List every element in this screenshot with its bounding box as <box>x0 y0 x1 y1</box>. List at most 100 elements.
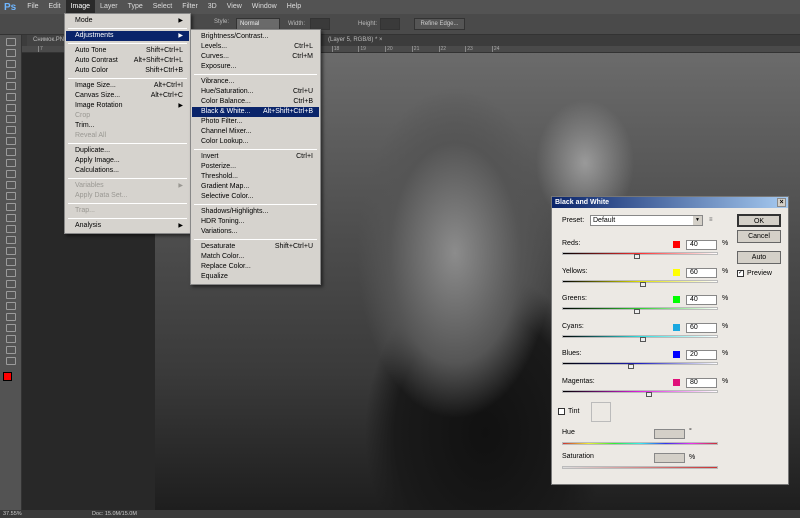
blues-slider[interactable] <box>562 362 718 365</box>
tool-icon[interactable] <box>6 225 16 233</box>
tool-icon[interactable] <box>6 280 16 288</box>
preview-checkbox[interactable]: ✓ Preview <box>737 270 772 277</box>
magentas-input[interactable]: 80 <box>686 377 717 388</box>
auto-button[interactable]: Auto <box>737 251 781 264</box>
menu-item-color-balance[interactable]: Color Balance... Ctrl+B <box>192 97 319 107</box>
tool-icon[interactable] <box>6 71 16 79</box>
checkbox-icon[interactable]: ✓ <box>737 270 744 277</box>
hue-input[interactable] <box>654 429 685 439</box>
menu-item-mode[interactable]: Mode ▶ <box>66 16 189 26</box>
menu-item-auto-tone[interactable]: Auto Tone Shift+Ctrl+L <box>66 46 189 56</box>
menu-edit[interactable]: Edit <box>44 0 66 14</box>
menu-item-color-lookup[interactable]: Color Lookup... <box>192 137 319 147</box>
refine-edge-button[interactable]: Refine Edge... <box>414 18 465 30</box>
tool-icon[interactable] <box>6 291 16 299</box>
yellows-input[interactable]: 60 <box>686 267 717 278</box>
menu-item-black-white[interactable]: Black & White... Alt+Shift+Ctrl+B <box>192 107 319 117</box>
menu-item-adjustments[interactable]: Adjustments ▶ <box>66 31 189 41</box>
menu-item-replace-color[interactable]: Replace Color... <box>192 262 319 272</box>
menu-item-photo-filter[interactable]: Photo Filter... <box>192 117 319 127</box>
tool-icon[interactable] <box>6 313 16 321</box>
reds-slider-thumb[interactable] <box>633 254 640 259</box>
tool-icon[interactable] <box>6 60 16 68</box>
menu-item-trim[interactable]: Trim... <box>66 121 189 131</box>
menu-item-desaturate[interactable]: Desaturate Shift+Ctrl+U <box>192 242 319 252</box>
menu-item-image-size[interactable]: Image Size... Alt+Ctrl+I <box>66 81 189 91</box>
foreground-color-swatch[interactable] <box>3 372 12 381</box>
menu-item-variations[interactable]: Variations... <box>192 227 319 237</box>
menu-item-analysis[interactable]: Analysis ▶ <box>66 221 189 231</box>
greens-slider-thumb[interactable] <box>633 309 640 314</box>
menu-item-equalize[interactable]: Equalize <box>192 272 319 282</box>
menu-item-shadows-highlights[interactable]: Shadows/Highlights... <box>192 207 319 217</box>
tool-icon[interactable] <box>6 269 16 277</box>
preset-options-icon[interactable]: ≡ <box>709 217 713 223</box>
menu-image[interactable]: Image <box>65 0 96 14</box>
blues-input[interactable]: 20 <box>686 350 717 360</box>
menu-item-match-color[interactable]: Match Color... <box>192 252 319 262</box>
zoom-level[interactable]: 37.55% <box>3 510 22 518</box>
tool-icon[interactable] <box>6 203 16 211</box>
menu-item-duplicate[interactable]: Duplicate... <box>66 146 189 156</box>
preset-select[interactable]: Default ▼ <box>590 215 703 226</box>
ok-button[interactable]: OK <box>737 214 781 227</box>
menu-item-hdr-toning[interactable]: HDR Toning... <box>192 217 319 227</box>
tool-icon[interactable] <box>6 170 16 178</box>
chevron-down-icon[interactable]: ▼ <box>693 216 702 225</box>
menu-item-curves[interactable]: Curves... Ctrl+M <box>192 52 319 62</box>
magentas-slider-thumb[interactable] <box>646 391 653 397</box>
tool-icon[interactable] <box>6 335 16 343</box>
menu-item-auto-color[interactable]: Auto Color Shift+Ctrl+B <box>66 66 189 76</box>
blues-slider-thumb[interactable] <box>627 364 634 369</box>
menu-item-invert[interactable]: Invert Ctrl+I <box>192 152 319 162</box>
tab-document-active[interactable]: (Layer 5, RGB/8) * × <box>322 35 389 46</box>
tool-icon[interactable] <box>6 357 16 365</box>
tool-icon[interactable] <box>6 148 16 156</box>
tool-icon[interactable] <box>6 181 16 189</box>
tool-icon[interactable] <box>6 82 16 90</box>
menu-item-exposure[interactable]: Exposure... <box>192 62 319 72</box>
hue-slider[interactable] <box>562 442 718 445</box>
menu-item-threshold[interactable]: Threshold... <box>192 172 319 182</box>
tool-icon[interactable] <box>6 302 16 310</box>
greens-slider[interactable] <box>562 307 718 310</box>
tool-icon[interactable] <box>6 159 16 167</box>
tool-icon[interactable] <box>6 192 16 200</box>
greens-input[interactable]: 40 <box>686 295 717 305</box>
menu-item-auto-contrast[interactable]: Auto Contrast Alt+Shift+Ctrl+L <box>66 56 189 66</box>
tool-icon[interactable] <box>6 115 16 123</box>
menu-3d[interactable]: 3D <box>203 0 222 14</box>
height-input[interactable] <box>380 18 400 30</box>
menu-item-posterize[interactable]: Posterize... <box>192 162 319 172</box>
cyans-input[interactable]: 60 <box>686 322 717 333</box>
menu-item-hue-saturation[interactable]: Hue/Saturation... Ctrl+U <box>192 87 319 97</box>
menu-item-vibrance[interactable]: Vibrance... <box>192 77 319 87</box>
tool-icon[interactable] <box>6 93 16 101</box>
tool-icon[interactable] <box>6 258 16 266</box>
menu-select[interactable]: Select <box>148 0 177 14</box>
menu-item-image-rotation[interactable]: Image Rotation ▶ <box>66 101 189 111</box>
close-icon[interactable]: × <box>777 198 786 207</box>
tool-icon[interactable] <box>6 346 16 354</box>
cancel-button[interactable]: Cancel <box>737 230 781 243</box>
tint-color-swatch[interactable] <box>591 402 611 422</box>
menu-view[interactable]: View <box>222 0 247 14</box>
menu-item-canvas-size[interactable]: Canvas Size... Alt+Ctrl+C <box>66 91 189 101</box>
menu-window[interactable]: Window <box>247 0 282 14</box>
tint-checkbox[interactable]: Tint <box>558 408 579 415</box>
menu-type[interactable]: Type <box>123 0 148 14</box>
tool-icon[interactable] <box>6 247 16 255</box>
menu-item-apply-image[interactable]: Apply Image... <box>66 156 189 166</box>
menu-layer[interactable]: Layer <box>95 0 123 14</box>
menu-item-gradient-map[interactable]: Gradient Map... <box>192 182 319 192</box>
reds-slider[interactable] <box>562 252 718 255</box>
menu-help[interactable]: Help <box>282 0 306 14</box>
tool-icon[interactable] <box>6 324 16 332</box>
tool-icon[interactable] <box>6 236 16 244</box>
tool-icon[interactable] <box>6 126 16 134</box>
menu-item-calculations[interactable]: Calculations... <box>66 166 189 176</box>
yellows-slider-thumb[interactable] <box>640 281 647 287</box>
tool-icon[interactable] <box>6 49 16 57</box>
saturation-slider[interactable] <box>562 466 718 469</box>
magentas-slider[interactable] <box>562 389 718 393</box>
